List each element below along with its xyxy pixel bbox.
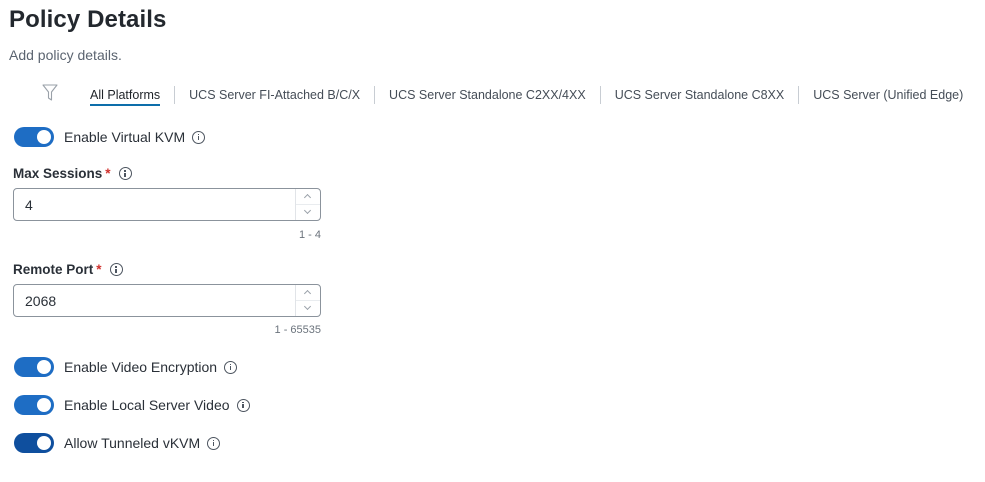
remote-port-range: 1 - 65535: [274, 324, 321, 336]
remote-port-stepper: [295, 285, 320, 316]
max-sessions-input[interactable]: [14, 189, 294, 220]
filter-funnel-icon[interactable]: [42, 84, 58, 102]
info-icon[interactable]: [109, 263, 123, 276]
required-asterisk: *: [96, 262, 102, 277]
max-sessions-stepper: [295, 189, 320, 220]
max-sessions-label: Max Sessions: [13, 166, 103, 181]
allow-tunneled-vkvm-row: Allow Tunneled vKVM: [14, 433, 221, 453]
remote-port-label: Remote Port: [13, 262, 94, 277]
allow-tunneled-vkvm-toggle[interactable]: [14, 433, 54, 453]
enable-local-server-video-toggle[interactable]: [14, 395, 54, 415]
toggle-knob: [37, 398, 51, 412]
info-icon[interactable]: [207, 436, 221, 450]
toggle-knob: [37, 436, 51, 450]
page-title: Policy Details: [9, 6, 167, 33]
allow-tunneled-vkvm-label: Allow Tunneled vKVM: [64, 435, 201, 451]
chevron-up-icon: [303, 193, 312, 202]
enable-local-server-video-label: Enable Local Server Video: [64, 397, 230, 413]
page-subtitle: Add policy details.: [9, 47, 122, 63]
decrement-button[interactable]: [296, 205, 320, 220]
increment-button[interactable]: [296, 189, 320, 205]
remote-port-input[interactable]: [14, 285, 294, 316]
enable-virtual-kvm-toggle[interactable]: [14, 127, 54, 147]
info-icon[interactable]: [192, 130, 206, 144]
max-sessions-range: 1 - 4: [298, 229, 321, 241]
remote-port-input-box: [13, 284, 321, 317]
info-icon[interactable]: [236, 398, 250, 412]
chevron-up-icon: [303, 289, 312, 298]
max-sessions-input-box: [13, 188, 321, 221]
chevron-down-icon: [303, 206, 312, 215]
toggle-knob: [37, 360, 51, 374]
tab-all-platforms[interactable]: All Platforms: [76, 81, 174, 109]
decrement-button[interactable]: [296, 301, 320, 316]
toggle-knob: [37, 130, 51, 144]
required-asterisk: *: [105, 166, 111, 181]
enable-virtual-kvm-label: Enable Virtual KVM: [64, 129, 186, 145]
enable-local-server-video-row: Enable Local Server Video: [14, 395, 250, 415]
tab-ucs-server-standalone-c8xx[interactable]: UCS Server Standalone C8XX: [601, 81, 799, 109]
tab-ucs-server-fi-attached[interactable]: UCS Server FI-Attached B/C/X: [175, 81, 374, 109]
chevron-down-icon: [303, 302, 312, 311]
increment-button[interactable]: [296, 285, 320, 301]
tab-ucs-server-unified-edge[interactable]: UCS Server (Unified Edge): [799, 81, 977, 109]
tab-ucs-server-standalone-c2xx-4xx[interactable]: UCS Server Standalone C2XX/4XX: [375, 81, 600, 109]
remote-port-label-row: Remote Port *: [13, 262, 123, 277]
enable-video-encryption-label: Enable Video Encryption: [64, 359, 218, 375]
enable-virtual-kvm-row: Enable Virtual KVM: [14, 127, 206, 147]
info-icon[interactable]: [224, 360, 238, 374]
platform-tabs: All Platforms UCS Server FI-Attached B/C…: [76, 81, 977, 109]
enable-video-encryption-row: Enable Video Encryption: [14, 357, 238, 377]
max-sessions-label-row: Max Sessions *: [13, 166, 132, 181]
enable-video-encryption-toggle[interactable]: [14, 357, 54, 377]
info-icon[interactable]: [118, 167, 132, 180]
